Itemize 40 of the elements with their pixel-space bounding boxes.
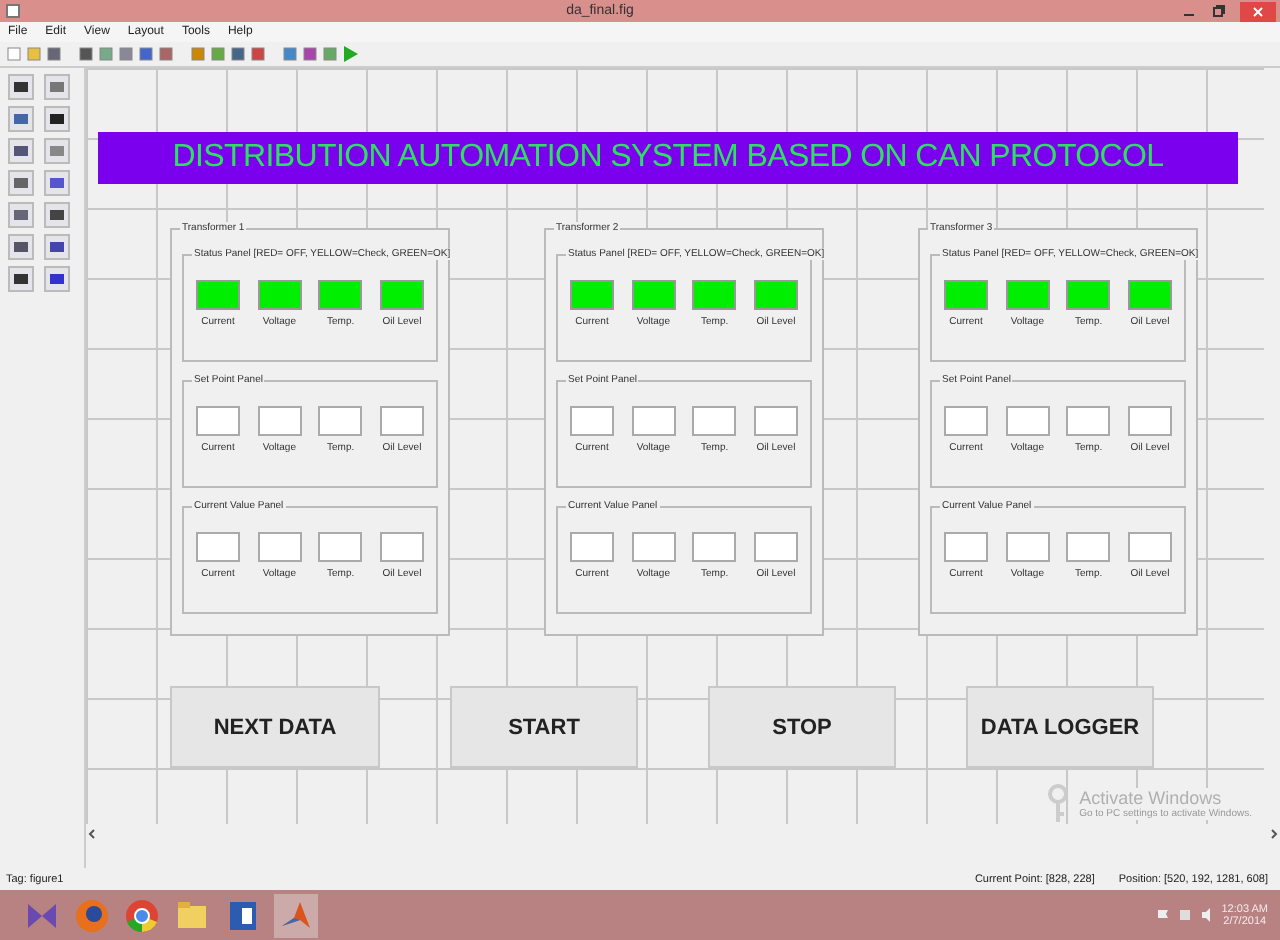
input-field[interactable] <box>692 532 737 562</box>
network-icon[interactable] <box>1177 908 1192 922</box>
browser-icon[interactable] <box>124 897 160 933</box>
app-icon <box>6 4 20 18</box>
input-field[interactable] <box>692 406 737 436</box>
key-icon <box>1043 784 1072 824</box>
input-field[interactable] <box>257 532 302 562</box>
input-field[interactable] <box>631 532 676 562</box>
input-field[interactable] <box>570 532 614 562</box>
restore-icon[interactable] <box>1210 2 1228 20</box>
scroll-right-icon[interactable] <box>1268 828 1280 840</box>
input-field[interactable] <box>570 406 614 436</box>
input-field[interactable] <box>379 406 424 436</box>
input-field[interactable] <box>1005 406 1050 436</box>
input-field[interactable] <box>1127 532 1172 562</box>
input-field[interactable] <box>318 406 363 436</box>
input-field[interactable] <box>631 406 676 436</box>
input-field[interactable] <box>1127 406 1172 436</box>
push-button[interactable]: NEXT DATA <box>170 686 380 768</box>
folder-icon[interactable] <box>174 897 210 933</box>
push-button[interactable]: START <box>450 686 638 768</box>
input-field[interactable] <box>1066 406 1111 436</box>
scroll-left-icon[interactable] <box>86 828 98 840</box>
flag-icon[interactable] <box>1155 908 1170 922</box>
input-field[interactable] <box>944 532 988 562</box>
banner-title: DISTRIBUTION AUTOMATION SYSTEM BASED ON CAN PROTOCOL <box>98 132 1238 184</box>
input-field[interactable] <box>753 406 798 436</box>
input-field[interactable] <box>1005 532 1050 562</box>
input-field[interactable] <box>379 532 424 562</box>
input-field[interactable] <box>1066 532 1111 562</box>
input-field[interactable] <box>753 532 798 562</box>
push-button[interactable]: STOP <box>708 686 896 768</box>
input-field[interactable] <box>318 532 363 562</box>
input-field[interactable] <box>257 406 302 436</box>
speaker-icon[interactable] <box>1199 908 1214 922</box>
input-field[interactable] <box>196 406 240 436</box>
input-field[interactable] <box>944 406 988 436</box>
push-button[interactable]: DATA LOGGER <box>966 686 1154 768</box>
run-icon[interactable] <box>342 46 358 62</box>
input-field[interactable] <box>196 532 240 562</box>
